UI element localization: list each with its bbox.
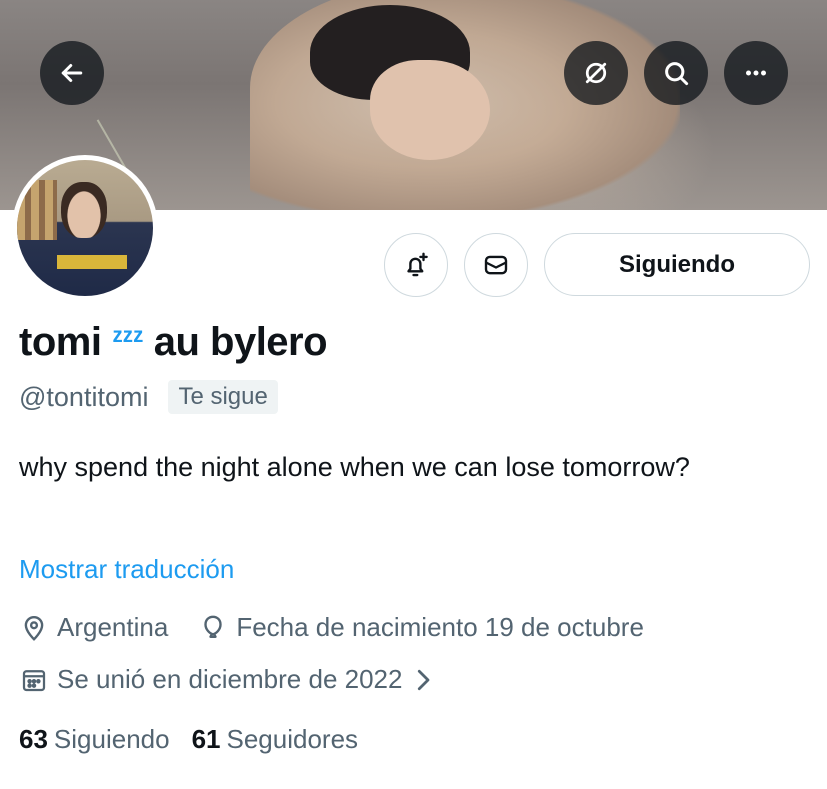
username-handle: @tontitomi (19, 381, 149, 412)
search-icon (665, 62, 689, 86)
arrow-left-icon (61, 64, 83, 82)
show-translation-link[interactable]: Mostrar traducción (19, 554, 234, 585)
birthday-text: Fecha de nacimiento 19 de octubre (236, 612, 644, 642)
following-label[interactable]: Siguiendo (54, 724, 170, 755)
more-options-button[interactable] (724, 41, 788, 105)
following-count[interactable]: 63 (19, 724, 48, 755)
location-item: Argentina (19, 612, 168, 643)
display-name-part1: tomi (19, 320, 102, 364)
followers-label[interactable]: Seguidores (227, 724, 359, 755)
location-pin-icon (24, 615, 44, 641)
envelope-icon (484, 255, 508, 275)
display-name: tomi ᶻᶻᶻ au bylero (19, 320, 328, 365)
joined-row[interactable]: Se unió en diciembre de 2022 (19, 664, 446, 695)
profile-bio: why spend the night alone when we can lo… (19, 452, 690, 482)
followers-count[interactable]: 61 (192, 724, 221, 755)
avatar[interactable] (12, 155, 158, 301)
avatar-jersey-stripe (57, 255, 127, 269)
joined-text: Se unió en diciembre de 2022 (57, 664, 403, 694)
grok-button[interactable] (564, 41, 628, 105)
grok-icon (585, 62, 607, 84)
location-text: Argentina (57, 612, 169, 642)
handle-row: @tontitomi Te sigue (19, 380, 278, 414)
message-button[interactable] (464, 233, 528, 297)
birthday-item: Fecha de nacimiento 19 de octubre (198, 612, 644, 643)
more-icon (746, 70, 766, 76)
following-button[interactable]: Siguiendo (544, 233, 810, 296)
avatar-head (61, 182, 107, 238)
notifications-button[interactable] (384, 233, 448, 297)
chevron-right-icon (418, 669, 430, 690)
bell-plus-icon (407, 252, 428, 277)
profile-meta-row: Argentina Fecha de nacimiento 19 de octu… (19, 612, 674, 643)
back-button[interactable] (40, 41, 104, 105)
avatar-background (17, 180, 57, 240)
display-name-part2: au bylero (153, 320, 328, 364)
calendar-icon (22, 669, 46, 691)
search-button[interactable] (644, 41, 708, 105)
follows-you-badge: Te sigue (168, 380, 278, 414)
follow-stats: 63 Siguiendo 61 Seguidores (19, 724, 380, 755)
balloon-icon (204, 615, 222, 638)
zzz-emoji-icon: ᶻᶻᶻ (112, 323, 144, 356)
banner-face (370, 60, 490, 160)
